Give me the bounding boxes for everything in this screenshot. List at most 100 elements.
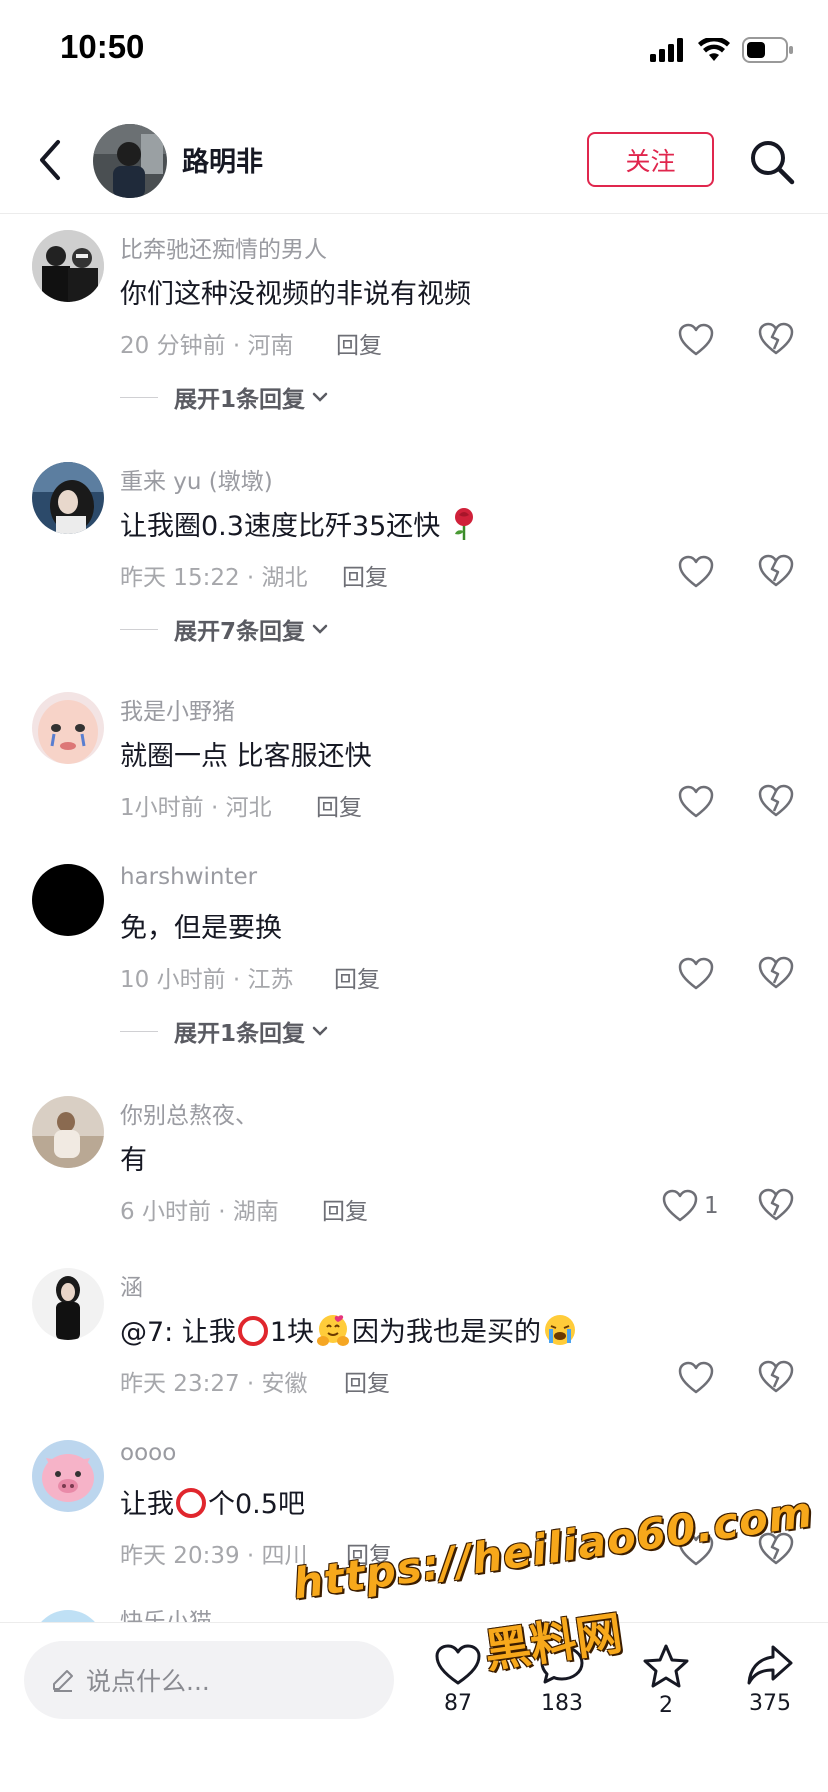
- broken-heart-icon: [758, 956, 794, 989]
- comment-username[interactable]: harshwinter: [120, 864, 257, 890]
- comment-text: 让我 个0.5吧: [120, 1482, 305, 1521]
- comment-username[interactable]: oooo: [120, 1440, 176, 1466]
- comment-username[interactable]: 重来 yu (墩墩): [120, 462, 273, 496]
- like-button[interactable]: [678, 554, 720, 590]
- expand-replies-button[interactable]: 展开7条回复: [120, 612, 329, 646]
- dislike-button[interactable]: [758, 1188, 794, 1224]
- comment-avatar[interactable]: [32, 230, 104, 302]
- expand-label: 展开1条回复: [174, 387, 306, 413]
- comment-item: 快乐小猫: [0, 1610, 828, 1622]
- like-count: 1: [704, 1193, 719, 1219]
- comment-avatar[interactable]: [32, 1096, 104, 1168]
- like-button[interactable]: [678, 322, 720, 358]
- reply-button[interactable]: 回复: [342, 558, 388, 592]
- expand-label: 展开1条回复: [174, 1021, 306, 1047]
- dislike-button[interactable]: [758, 1532, 794, 1568]
- favorite-count: 2: [659, 1693, 673, 1718]
- reply-button[interactable]: 回复: [344, 1364, 390, 1398]
- comment-username[interactable]: 快乐小猫: [120, 1610, 212, 1622]
- heart-icon: [678, 1533, 714, 1566]
- search-button[interactable]: [748, 138, 796, 186]
- chevron-down-icon: [311, 623, 329, 635]
- comment-text: 让我圈0.3速度比歼35还快: [120, 504, 479, 543]
- like-button[interactable]: [678, 1360, 720, 1396]
- crying-emoji: [545, 1315, 576, 1345]
- comment-username[interactable]: 你别总熬夜、: [120, 1096, 258, 1130]
- share-count: 375: [749, 1691, 791, 1716]
- battery-icon: [742, 37, 793, 63]
- comment-text-part: 1块: [269, 1317, 315, 1348]
- reply-button[interactable]: 回复: [346, 1536, 392, 1570]
- comment-meta: 10 小时前 · 江苏: [120, 967, 294, 993]
- video-comment-button[interactable]: 183: [532, 1643, 592, 1743]
- comment-avatar[interactable]: [32, 864, 104, 936]
- comment-avatar[interactable]: [32, 692, 104, 764]
- broken-heart-icon: [758, 322, 794, 355]
- broken-heart-icon: [758, 554, 794, 587]
- comment-text: @7: 让我 1块 因为我也是买的: [120, 1310, 579, 1349]
- reply-button[interactable]: 回复: [336, 326, 382, 360]
- comment-text-part: @7: 让我: [120, 1317, 236, 1348]
- dislike-button[interactable]: [758, 956, 794, 992]
- back-button[interactable]: [34, 138, 70, 182]
- heart-icon: [678, 957, 714, 990]
- comment-meta: 20 分钟前 · 河南: [120, 333, 294, 359]
- dislike-button[interactable]: [758, 322, 794, 358]
- follow-button[interactable]: 关注: [587, 132, 714, 187]
- reply-button[interactable]: 回复: [334, 960, 380, 994]
- comment-input[interactable]: 说点什么...: [24, 1641, 394, 1719]
- broken-heart-icon: [758, 784, 794, 817]
- comment-item: 比奔驰还痴情的男人 你们这种没视频的非说有视频 20 分钟前 · 河南 回复 展…: [0, 230, 828, 420]
- comment-avatar[interactable]: [32, 1440, 104, 1512]
- video-like-count: 87: [444, 1691, 472, 1716]
- heart-icon: [678, 785, 714, 818]
- broken-heart-icon: [758, 1188, 794, 1221]
- comment-meta: 昨天 20:39 · 四川: [120, 1543, 308, 1569]
- expand-replies-button[interactable]: 展开1条回复: [120, 380, 329, 414]
- like-button[interactable]: [678, 1532, 720, 1568]
- share-button[interactable]: 375: [740, 1643, 800, 1743]
- broken-heart-icon: [758, 1360, 794, 1393]
- star-icon: [643, 1644, 689, 1688]
- favorite-button[interactable]: 2: [636, 1643, 696, 1743]
- comment-username[interactable]: 我是小野猪: [120, 692, 235, 726]
- dislike-button[interactable]: [758, 554, 794, 590]
- comment-item: harshwinter 免，但是要换 10 小时前 · 江苏 回复 展开1条回复: [0, 864, 828, 1054]
- comment-text-part: 让我: [120, 1489, 174, 1520]
- like-button[interactable]: [678, 784, 720, 820]
- bottom-bar: 说点什么... 87 183 2 375: [0, 1622, 828, 1792]
- comment-avatar[interactable]: [32, 1268, 104, 1340]
- comment-item: 你别总熬夜、 有 6 小时前 · 湖南 回复 1: [0, 1096, 828, 1236]
- expand-divider: [120, 1030, 158, 1032]
- dislike-button[interactable]: [758, 784, 794, 820]
- comment-meta: 昨天 23:27 · 安徽: [120, 1371, 308, 1397]
- heart-icon: [678, 323, 714, 356]
- status-bar: 10:50: [0, 0, 828, 100]
- like-button[interactable]: [678, 956, 720, 992]
- broken-heart-icon: [758, 1532, 794, 1565]
- comment-avatar[interactable]: [32, 462, 104, 534]
- comment-item: oooo 让我 个0.5吧 昨天 20:39 · 四川 回复: [0, 1440, 828, 1580]
- reply-button[interactable]: 回复: [316, 788, 362, 822]
- like-button[interactable]: 1: [662, 1188, 719, 1224]
- header: 路明非 关注: [0, 118, 828, 214]
- comment-avatar[interactable]: [32, 1610, 104, 1622]
- pencil-icon: [53, 1670, 73, 1692]
- dislike-button[interactable]: [758, 1360, 794, 1396]
- heart-icon: [678, 555, 714, 588]
- comment-text: 就圈一点 比客服还快: [120, 741, 372, 772]
- header-avatar[interactable]: [93, 124, 167, 198]
- heart-icon: [678, 1361, 714, 1394]
- expand-replies-button[interactable]: 展开1条回复: [120, 1014, 329, 1048]
- comment-text-part: 因为我也是买的: [352, 1317, 542, 1348]
- reply-button[interactable]: 回复: [322, 1192, 368, 1226]
- video-like-button[interactable]: 87: [428, 1643, 488, 1743]
- expand-divider: [120, 396, 158, 398]
- comment-text: 你们这种没视频的非说有视频: [120, 279, 471, 310]
- chevron-down-icon: [311, 391, 329, 403]
- comment-username[interactable]: 比奔驰还痴情的男人: [120, 230, 327, 264]
- comment-username[interactable]: 涵: [120, 1268, 143, 1302]
- status-icons: [650, 36, 794, 64]
- comment-input-placeholder: 说点什么...: [86, 1667, 210, 1696]
- header-username[interactable]: 路明非: [182, 140, 263, 179]
